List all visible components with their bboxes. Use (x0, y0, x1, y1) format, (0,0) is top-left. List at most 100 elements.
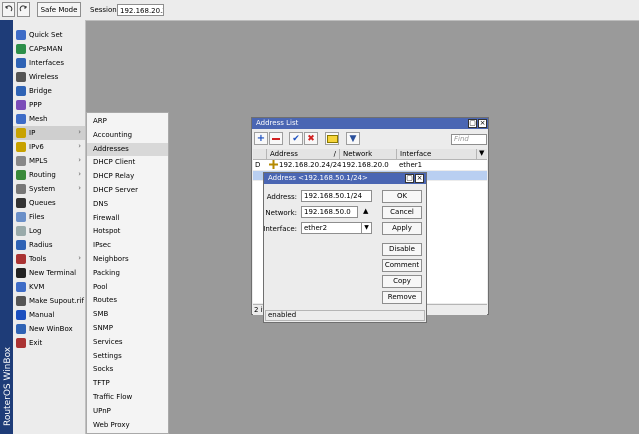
dialog-close-button[interactable]: × (415, 174, 424, 183)
submenu-item-hotspot[interactable]: Hotspot (87, 225, 168, 239)
chevron-down-icon[interactable]: ▼ (361, 223, 371, 233)
sidebar-item-new-terminal[interactable]: New Terminal (13, 266, 85, 280)
submenu-item-firewall[interactable]: Firewall (87, 212, 168, 226)
find-input[interactable]: Find (451, 134, 487, 145)
sidebar-item-ppp[interactable]: PPP (13, 98, 85, 112)
submenu-arrow-icon: › (78, 170, 81, 178)
submenu-item-web-proxy[interactable]: Web Proxy (87, 419, 168, 433)
sidebar-item-label: Mesh (29, 115, 48, 123)
address-input[interactable]: 192.168.50.1/24 (301, 190, 372, 202)
sidebar-item-files[interactable]: Files (13, 210, 85, 224)
sidebar-item-quick-set[interactable]: Quick Set (13, 28, 85, 42)
submenu-item-arp[interactable]: ARP (87, 115, 168, 129)
interface-select[interactable]: ether2 ▼ (301, 222, 372, 234)
submenu-item-smb[interactable]: SMB (87, 308, 168, 322)
submenu-item-settings[interactable]: Settings (87, 350, 168, 364)
ppp-icon (16, 100, 26, 110)
ok-button[interactable]: OK (382, 190, 422, 203)
comment-button[interactable] (325, 132, 339, 145)
submenu-item-addresses[interactable]: Addresses (87, 142, 168, 157)
table-row[interactable]: D 192.168.20.24/24 192.168.20.0 ether1 (253, 160, 487, 170)
enable-button[interactable]: ✔ (289, 132, 303, 145)
remove-button[interactable]: Remove (382, 291, 422, 304)
sidebar-item-mesh[interactable]: Mesh (13, 112, 85, 126)
comment-button[interactable]: Comment (382, 259, 422, 272)
sidebar-item-label: Exit (29, 339, 43, 347)
submenu-item-snmp[interactable]: SNMP (87, 322, 168, 336)
sidebar-item-label: Log (29, 227, 42, 235)
sidebar-item-mpls[interactable]: MPLS › (13, 154, 85, 168)
sidebar-item-make-supout-rif[interactable]: Make Supout.rif (13, 294, 85, 308)
cancel-button[interactable]: Cancel (382, 206, 422, 219)
submenu-item-upnp[interactable]: UPnP (87, 405, 168, 419)
sidebar-item-label: Interfaces (29, 59, 64, 67)
submenu-item-dhcp-client[interactable]: DHCP Client (87, 156, 168, 170)
queues-icon (16, 198, 26, 208)
submenu-item-tftp[interactable]: TFTP (87, 377, 168, 391)
exit-icon (16, 338, 26, 348)
sidebar-item-ipv6[interactable]: IPv6 › (13, 140, 85, 154)
submenu-item-socks[interactable]: Socks (87, 363, 168, 377)
columns-dropdown-icon[interactable]: ▼ (479, 149, 484, 157)
copy-button[interactable]: Copy (382, 275, 422, 288)
sidebar-item-wireless[interactable]: Wireless (13, 70, 85, 84)
sidebar-item-interfaces[interactable]: Interfaces (13, 56, 85, 70)
remove-button[interactable] (269, 132, 283, 145)
sidebar-item-new-winbox[interactable]: New WinBox (13, 322, 85, 336)
sidebar-item-log[interactable]: Log (13, 224, 85, 238)
safe-mode-button[interactable]: Safe Mode (37, 2, 81, 17)
address-column-header[interactable]: Address / (267, 149, 340, 159)
apply-button[interactable]: Apply (382, 222, 422, 235)
note-icon (326, 134, 338, 143)
ip-submenu: ARP Accounting Addresses DHCP Client DHCP Re… (86, 112, 169, 434)
maximize-button[interactable]: ▢ (468, 119, 477, 128)
collapse-up-icon[interactable]: ▲ (363, 207, 368, 215)
disable-button[interactable]: ✖ (304, 132, 318, 145)
sidebar-item-exit[interactable]: Exit (13, 336, 85, 350)
address-list-titlebar[interactable]: Address List (252, 118, 488, 129)
mpls-icon (16, 156, 26, 166)
redo-button[interactable] (17, 2, 30, 17)
submenu-item-accounting[interactable]: Accounting (87, 129, 168, 143)
close-button[interactable]: × (478, 119, 487, 128)
sidebar-item-ip[interactable]: IP › (13, 126, 85, 140)
submenu-item-packing[interactable]: Packing (87, 267, 168, 281)
sidebar-item-routing[interactable]: Routing › (13, 168, 85, 182)
address-dialog-titlebar[interactable]: Address <192.168.50.1/24> (264, 173, 426, 184)
submenu-item-dhcp-relay[interactable]: DHCP Relay (87, 170, 168, 184)
submenu-item-dhcp-server[interactable]: DHCP Server (87, 184, 168, 198)
sidebar-item-queues[interactable]: Queues (13, 196, 85, 210)
sidebar-item-label: Files (29, 213, 45, 221)
submenu-item-pool[interactable]: Pool (87, 281, 168, 295)
undo-icon (5, 5, 13, 12)
submenu-item-routes[interactable]: Routes (87, 294, 168, 308)
sidebar-item-manual[interactable]: Manual (13, 308, 85, 322)
undo-button[interactable] (2, 2, 15, 17)
submenu-item-dns[interactable]: DNS (87, 198, 168, 212)
sidebar-item-tools[interactable]: Tools › (13, 252, 85, 266)
add-button[interactable]: + (254, 132, 268, 145)
filter-button[interactable]: ▼ (346, 132, 360, 145)
flag-column-header[interactable] (253, 149, 267, 159)
network-input[interactable]: 192.168.50.0 (301, 206, 358, 218)
submenu-item-traffic-flow[interactable]: Traffic Flow (87, 391, 168, 405)
sidebar-item-label: Routing (29, 171, 56, 179)
sidebar-item-bridge[interactable]: Bridge (13, 84, 85, 98)
filter-icon: ▼ (349, 133, 357, 144)
sidebar-item-system[interactable]: System › (13, 182, 85, 196)
submenu-item-neighbors[interactable]: Neighbors (87, 253, 168, 267)
sidebar-item-radius[interactable]: Radius (13, 238, 85, 252)
dialog-maximize-button[interactable]: ▢ (405, 174, 414, 183)
network-column-header[interactable]: Network (340, 149, 397, 159)
interface-column-header[interactable]: Interface (397, 149, 477, 159)
sidebar-item-label: Tools (29, 255, 47, 263)
ip-icon (16, 128, 26, 138)
submenu-item-ipsec[interactable]: IPsec (87, 239, 168, 253)
sidebar-item-kvm[interactable]: KVM (13, 280, 85, 294)
disable-button[interactable]: Disable (382, 243, 422, 256)
submenu-item-services[interactable]: Services (87, 336, 168, 350)
mesh-icon (16, 114, 26, 124)
sidebar-item-capsman[interactable]: CAPsMAN (13, 42, 85, 56)
session-field[interactable]: 192.168.20.24 (117, 4, 164, 16)
brand-text: RouterOS WinBox (3, 346, 13, 426)
